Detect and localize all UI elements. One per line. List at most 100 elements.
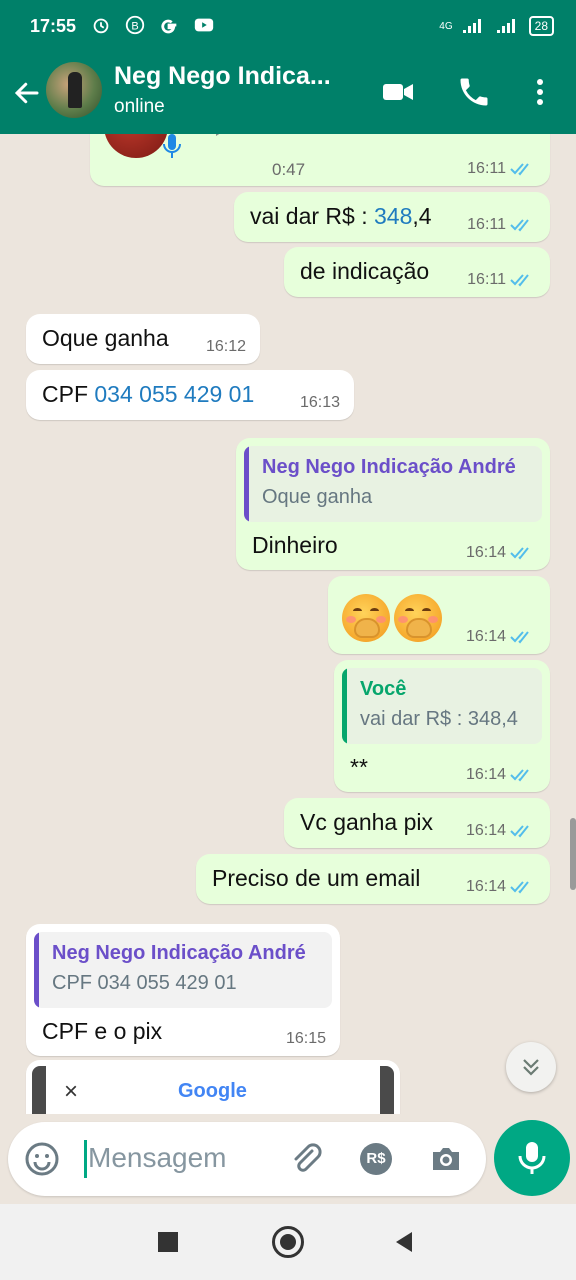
chat-messages[interactable]: 0:47 16:11 vai dar R$ : 348,4 16:11 de i… <box>0 134 576 1114</box>
quoted-message[interactable]: Você vai dar R$ : 348,4 <box>342 668 542 744</box>
message-time: 16:15 <box>285 1030 326 1047</box>
voice-call-icon[interactable] <box>456 74 492 110</box>
status-notification-icons: B <box>90 14 216 36</box>
message-time: 16:14 <box>465 628 506 645</box>
message-text-part: ,4 <box>412 203 432 229</box>
quote-text: vai dar R$ : 348,4 <box>360 708 518 730</box>
message-time: 16:11 <box>467 160 506 177</box>
message-text: Preciso de um email <box>212 865 421 891</box>
message-input[interactable]: Mensagem <box>88 1142 227 1174</box>
read-ticks-icon <box>510 769 529 782</box>
message-meta: 16:13 <box>300 394 340 412</box>
signal-icon-2 <box>496 19 515 33</box>
video-call-icon[interactable] <box>380 74 416 110</box>
message-link[interactable]: 348 <box>374 203 412 229</box>
mic-button[interactable] <box>494 1120 570 1196</box>
read-ticks-icon <box>510 274 529 287</box>
hand-over-mouth-emoji-icon <box>342 594 390 642</box>
contact-avatar[interactable] <box>46 62 102 118</box>
message-text: Dinheiro <box>252 532 338 558</box>
message-time: 16:13 <box>299 394 340 411</box>
quote-text: CPF 034 055 429 01 <box>52 972 237 994</box>
alarm-icon <box>93 18 109 34</box>
message-meta: 16:14 <box>466 822 536 840</box>
message-link[interactable]: 034 055 429 01 <box>94 381 254 407</box>
message-meta: 16:11 <box>467 160 536 178</box>
message-meta: 16:11 <box>467 216 536 234</box>
preview-close-icon[interactable]: × <box>64 1078 78 1106</box>
payment-icon[interactable]: R$ <box>360 1143 392 1175</box>
quote-text: Oque ganha <box>262 486 373 508</box>
mic-small-icon <box>163 134 181 158</box>
preview-card[interactable]: × Google <box>46 1066 380 1114</box>
message-bubble[interactable]: Neg Nego Indicação André Oque ganha Dinh… <box>236 438 550 570</box>
voice-sender-avatar <box>104 134 168 158</box>
recents-nav-icon[interactable] <box>158 1232 178 1252</box>
message-bubble[interactable]: CPF 034 055 429 01 16:13 <box>26 370 354 420</box>
double-chevron-down-icon <box>523 1059 539 1076</box>
mic-icon <box>518 1142 546 1174</box>
message-time: 16:14 <box>465 766 506 783</box>
battery-indicator: 28 <box>528 16 554 36</box>
google-icon <box>161 19 177 34</box>
message-bubble-emoji[interactable]: 16:14 <box>328 576 550 654</box>
home-nav-icon[interactable] <box>272 1226 304 1258</box>
message-time: 16:14 <box>465 878 506 895</box>
message-bubble[interactable]: Neg Nego Indicação André CPF 034 055 429… <box>26 924 340 1056</box>
network-type: 4G <box>439 20 453 32</box>
contact-name[interactable]: Neg Nego Indica... <box>114 62 331 91</box>
message-text: ** <box>350 754 368 780</box>
voice-duration: 0:47 <box>272 160 306 179</box>
message-meta: 16:11 <box>467 271 536 289</box>
message-time: 16:11 <box>467 271 506 288</box>
scrollbar-thumb[interactable] <box>570 818 576 890</box>
message-meta: 16:14 <box>466 628 536 646</box>
back-nav-icon[interactable] <box>392 1230 416 1254</box>
message-bubble[interactable]: Vc ganha pix 16:14 <box>284 798 550 848</box>
quoted-message[interactable]: Neg Nego Indicação André Oque ganha <box>244 446 542 522</box>
attach-icon[interactable] <box>288 1141 324 1177</box>
text-caret <box>84 1140 87 1178</box>
message-input-bar[interactable]: Mensagem R$ <box>8 1122 486 1196</box>
quote-author: Neg Nego Indicação André <box>262 456 516 478</box>
youtube-icon <box>194 18 214 32</box>
message-meta: 16:14 <box>466 544 536 562</box>
message-bubble[interactable]: Oque ganha 16:12 <box>26 314 260 364</box>
message-time: 16:11 <box>467 216 506 233</box>
play-icon[interactable] <box>208 134 248 140</box>
message-meta: 16:12 <box>206 338 246 356</box>
message-meta: 16:15 <box>286 1030 326 1048</box>
message-text-part: CPF <box>42 381 95 407</box>
shared-preview-bubble[interactable]: × Google <box>26 1060 400 1114</box>
quote-bar <box>244 446 249 522</box>
read-ticks-icon <box>510 163 529 176</box>
message-text: CPF e o pix <box>42 1018 163 1044</box>
message-bubble[interactable]: Você vai dar R$ : 348,4 ** 16:14 <box>334 660 550 792</box>
message-bubble[interactable]: vai dar R$ : 348,4 16:11 <box>234 192 550 242</box>
system-nav-bar <box>0 1204 576 1280</box>
emoji-icon[interactable] <box>24 1141 60 1177</box>
message-meta: 16:14 <box>466 878 536 896</box>
read-ticks-icon <box>510 219 529 232</box>
message-text: vai dar R$ : 348,4 <box>250 203 432 230</box>
message-bubble[interactable]: de indicação 16:11 <box>284 247 550 297</box>
message-text: Vc ganha pix <box>300 809 433 835</box>
camera-icon[interactable] <box>428 1141 464 1177</box>
quoted-message[interactable]: Neg Nego Indicação André CPF 034 055 429… <box>34 932 332 1008</box>
chat-header: Neg Nego Indica... online <box>0 56 576 134</box>
message-text: CPF 034 055 429 01 <box>42 381 254 408</box>
status-system-icons: 4G 28 <box>439 16 554 36</box>
message-meta: 16:14 <box>466 766 536 784</box>
read-ticks-icon <box>510 825 529 838</box>
contact-status: online <box>114 96 165 117</box>
quote-author: Você <box>360 678 407 700</box>
quote-bar <box>342 668 347 744</box>
back-arrow-icon[interactable] <box>12 78 42 108</box>
message-bubble[interactable]: Preciso de um email 16:14 <box>196 854 550 904</box>
message-time: 16:14 <box>465 544 506 561</box>
quote-author: Neg Nego Indicação André <box>52 942 306 964</box>
hand-over-mouth-emoji-icon <box>394 594 442 642</box>
voice-message[interactable]: 0:47 16:11 <box>90 134 550 186</box>
more-options-icon[interactable] <box>522 74 558 110</box>
scroll-down-button[interactable] <box>506 1042 556 1092</box>
